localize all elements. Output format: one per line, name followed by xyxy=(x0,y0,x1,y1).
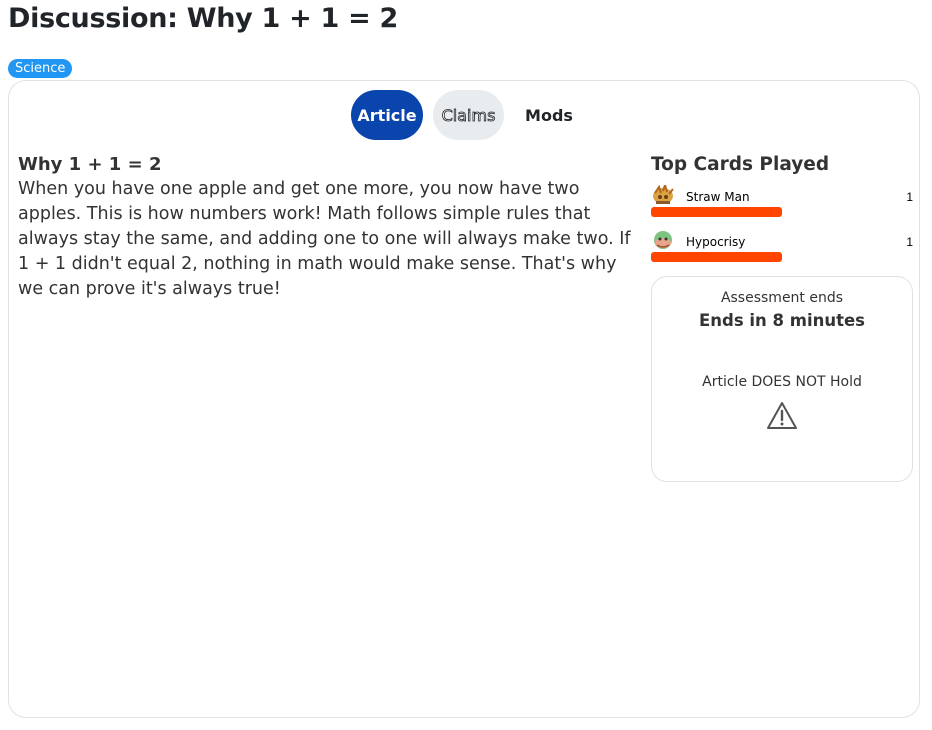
card-usage-bar xyxy=(651,207,782,217)
card-name: Straw Man xyxy=(686,190,750,204)
article-body: When you have one apple and get one more… xyxy=(18,179,631,299)
played-card-straw-man[interactable]: Straw Man 1 xyxy=(651,177,913,222)
straw-man-icon xyxy=(653,185,674,204)
assessment-result: Article DOES NOT Hold xyxy=(702,374,862,390)
assessment-label: Assessment ends xyxy=(720,290,844,306)
card-count: 1 xyxy=(906,235,913,249)
assessment-panel: Assessment ends Ends in 8 minutes Articl… xyxy=(651,276,913,482)
discussion-card: Article Claims Mods Why 1 + 1 = 2 When y… xyxy=(8,80,920,718)
played-card-hypocrisy[interactable]: Hypocrisy 1 xyxy=(651,222,913,267)
tab-claims[interactable]: Claims xyxy=(433,90,504,140)
tab-mods[interactable]: Mods xyxy=(514,90,584,140)
hypocrisy-icon xyxy=(654,231,672,249)
card-usage-bar xyxy=(651,252,782,262)
category-badge: Science xyxy=(8,59,73,78)
article-content: Why 1 + 1 = 2 When you have one apple an… xyxy=(18,153,634,302)
page-title: Discussion: Why 1 + 1 = 2 xyxy=(8,3,399,34)
tab-bar: Article Claims Mods xyxy=(351,90,584,140)
warning-icon xyxy=(767,402,797,429)
tab-article[interactable]: Article xyxy=(351,90,423,140)
card-name: Hypocrisy xyxy=(686,235,746,249)
assessment-time: Ends in 8 minutes xyxy=(698,311,865,330)
article-title: Why 1 + 1 = 2 xyxy=(18,154,162,175)
top-cards-heading: Top Cards Played xyxy=(651,154,830,175)
sidebar: Top Cards Played Straw Man 1 Hypocrisy 1… xyxy=(651,153,913,482)
card-count: 1 xyxy=(906,190,913,204)
